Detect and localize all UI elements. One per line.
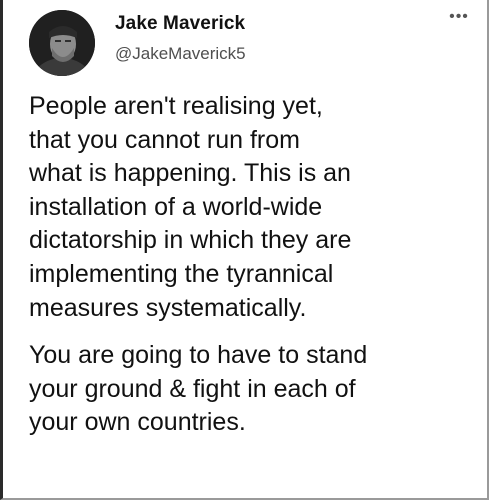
tweet-header: Jake Maverick @JakeMaverick5 ••• [29, 9, 471, 80]
tweet-card: Jake Maverick @JakeMaverick5 ••• People … [0, 0, 489, 500]
text-line: You are going to have to stand [29, 341, 368, 370]
tweet-text: People aren't realising yet, that you ca… [29, 90, 479, 440]
text-line: implementing the tyrannical [29, 259, 334, 288]
text-line: dictatorship in which they are [29, 226, 352, 255]
tweet-paragraph-2: You are going to have to stand your grou… [29, 339, 479, 440]
display-name[interactable]: Jake Maverick [115, 12, 246, 36]
text-line: People aren't realising yet, [29, 92, 323, 120]
author-names: Jake Maverick @JakeMaverick5 [115, 12, 246, 66]
tweet-paragraph-1: People aren't realising yet, that you ca… [29, 90, 479, 325]
more-horizontal-icon[interactable]: ••• [447, 9, 471, 26]
avatar[interactable] [29, 10, 95, 76]
text-line: measures systematically. [29, 293, 307, 322]
user-handle[interactable]: @JakeMaverick5 [115, 42, 246, 66]
text-line: what is happening. This is an [29, 159, 351, 188]
text-line: that you cannot run from [29, 125, 300, 154]
text-line: your ground & fight in each of [29, 374, 356, 403]
text-line: your own countries. [29, 408, 246, 437]
text-line: installation of a world-wide [29, 192, 323, 221]
